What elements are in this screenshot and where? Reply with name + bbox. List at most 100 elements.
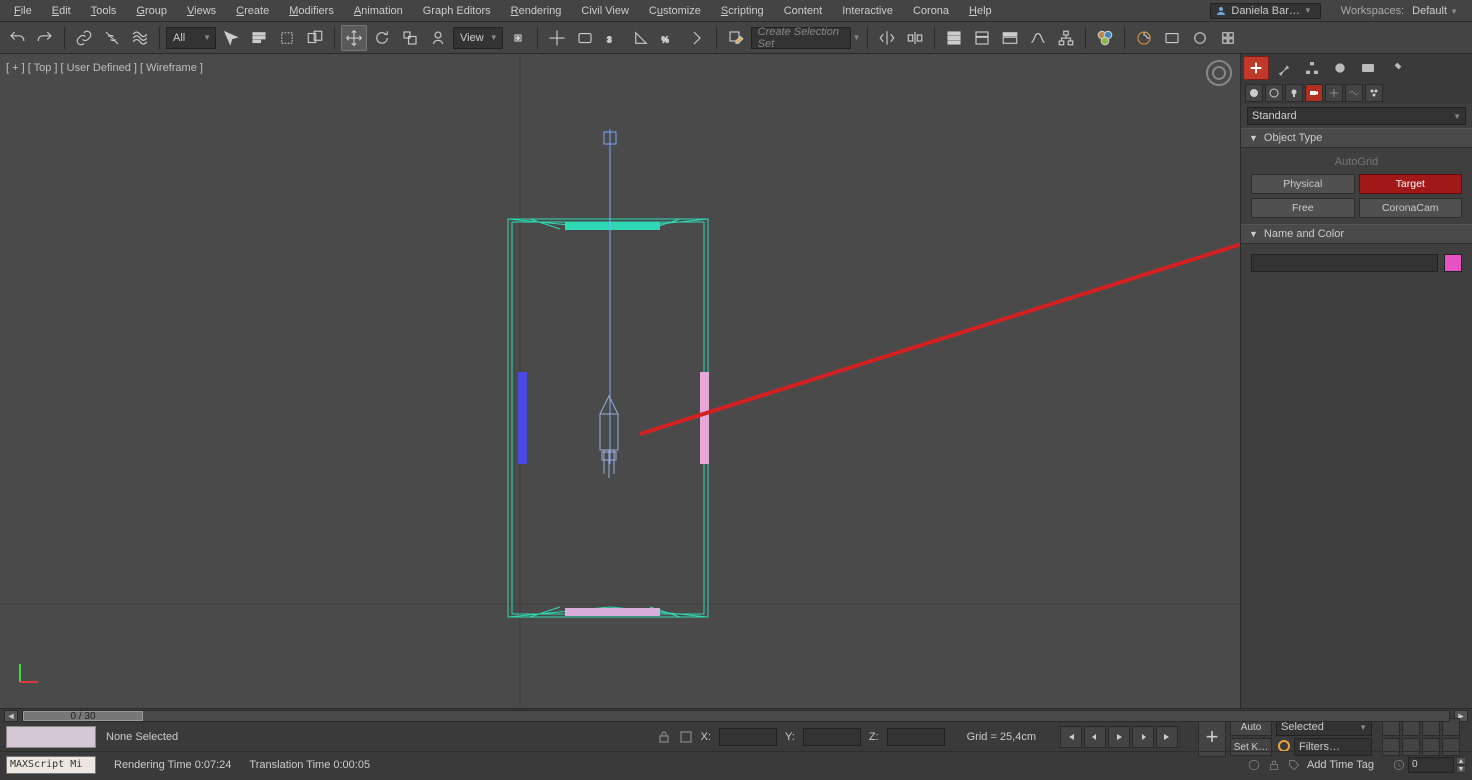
menu-customize[interactable]: Customize (639, 2, 711, 20)
select-and-place-button[interactable] (425, 25, 451, 51)
edit-named-selection-button[interactable] (723, 25, 749, 51)
menu-tools[interactable]: Tools (81, 2, 127, 20)
select-and-manipulate-button[interactable] (544, 25, 570, 51)
goto-start-button[interactable] (1060, 726, 1082, 748)
menu-content[interactable]: Content (774, 2, 833, 20)
next-frame-button[interactable] (1132, 726, 1154, 748)
previous-frame-button[interactable] (1084, 726, 1106, 748)
tab-modify[interactable] (1271, 56, 1297, 80)
window-crossing-button[interactable] (302, 25, 328, 51)
play-button[interactable] (1108, 726, 1130, 748)
curve-editor-button[interactable] (1025, 25, 1051, 51)
keyboard-shortcut-override-button[interactable] (572, 25, 598, 51)
time-slider[interactable]: 0 / 30 (22, 710, 1450, 722)
viewport[interactable]: [ + ] [ Top ] [ User Defined ] [ Wirefra… (0, 54, 1240, 708)
rendered-frame-window-button[interactable] (1159, 25, 1185, 51)
rollout-object-type-header[interactable]: ▼ Object Type (1241, 128, 1472, 148)
select-and-rotate-button[interactable] (369, 25, 395, 51)
use-pivot-center-button[interactable] (505, 25, 531, 51)
chevron-down-icon[interactable]: ▼ (853, 33, 861, 42)
lock-selection-icon[interactable] (657, 730, 671, 744)
menu-rendering[interactable]: Rendering (501, 2, 572, 20)
tab-display[interactable] (1355, 56, 1381, 80)
category-shapes[interactable] (1265, 84, 1283, 102)
object-color-swatch[interactable] (1444, 254, 1462, 272)
menu-views[interactable]: Views (177, 2, 226, 20)
menu-corona[interactable]: Corona (903, 2, 959, 20)
tab-utilities[interactable] (1383, 56, 1409, 80)
category-lights[interactable] (1285, 84, 1303, 102)
menu-graph-editors[interactable]: Graph Editors (413, 2, 501, 20)
tab-motion[interactable] (1327, 56, 1353, 80)
menu-civil-view[interactable]: Civil View (571, 2, 638, 20)
menu-scripting[interactable]: Scripting (711, 2, 774, 20)
frame-spinner-up[interactable]: ▲ (1456, 757, 1466, 765)
current-frame-input[interactable]: 0 (1408, 757, 1454, 773)
menu-interactive[interactable]: Interactive (832, 2, 903, 20)
menu-create[interactable]: Create (226, 2, 279, 20)
snaps-toggle-button[interactable]: 3 (600, 25, 626, 51)
coord-y-input[interactable] (803, 728, 861, 746)
category-systems[interactable] (1365, 84, 1383, 102)
maxscript-listener[interactable]: MAXScript Mi (6, 756, 96, 774)
trackbar-thumbnail[interactable] (6, 726, 96, 748)
align-button[interactable] (902, 25, 928, 51)
coord-x-input[interactable] (719, 728, 777, 746)
select-by-name-button[interactable] (246, 25, 272, 51)
menu-animation[interactable]: Animation (344, 2, 413, 20)
select-and-scale-button[interactable] (397, 25, 423, 51)
category-geometry[interactable] (1245, 84, 1263, 102)
coord-z-input[interactable] (887, 728, 945, 746)
time-config-icon[interactable] (1392, 758, 1406, 772)
menu-modifiers[interactable]: Modifiers (279, 2, 344, 20)
percent-snap-button[interactable]: % (656, 25, 682, 51)
tab-hierarchy[interactable] (1299, 56, 1325, 80)
render-in-cloud-button[interactable] (1215, 25, 1241, 51)
category-cameras[interactable] (1305, 84, 1323, 102)
unlink-button[interactable] (99, 25, 125, 51)
redo-button[interactable] (32, 25, 58, 51)
named-selection-set-input[interactable]: Create Selection Set (751, 27, 851, 49)
isolate-selection-icon[interactable] (1247, 758, 1261, 772)
camera-type-physical[interactable]: Physical (1251, 174, 1355, 194)
angle-snap-button[interactable] (628, 25, 654, 51)
user-account-button[interactable]: Daniela Bar… ▼ (1210, 3, 1320, 19)
goto-end-button[interactable] (1156, 726, 1178, 748)
menu-group[interactable]: Group (126, 2, 177, 20)
menu-help[interactable]: Help (959, 2, 1002, 20)
time-slider-handle[interactable]: 0 / 30 (23, 711, 143, 721)
mirror-button[interactable] (874, 25, 900, 51)
rectangular-selection-button[interactable] (274, 25, 300, 51)
menu-edit[interactable]: Edit (42, 2, 81, 20)
select-and-move-button[interactable] (341, 25, 367, 51)
menu-file[interactable]: File (4, 2, 42, 20)
frame-spinner-down[interactable]: ▼ (1456, 765, 1466, 773)
camera-type-coronacam[interactable]: CoronaCam (1359, 198, 1463, 218)
toggle-layer-explorer-button[interactable] (969, 25, 995, 51)
create-subcategory-dropdown[interactable]: Standard▼ (1247, 107, 1466, 125)
tab-create[interactable] (1243, 56, 1269, 80)
time-tag-icon[interactable] (1287, 758, 1301, 772)
render-setup-button[interactable] (1131, 25, 1157, 51)
workspace-dropdown[interactable]: Default ▼ (1412, 5, 1458, 17)
object-name-input[interactable] (1251, 254, 1438, 272)
schematic-view-button[interactable] (1053, 25, 1079, 51)
bind-space-warp-button[interactable] (127, 25, 153, 51)
absolute-mode-icon[interactable] (679, 730, 693, 744)
material-editor-button[interactable] (1092, 25, 1118, 51)
link-button[interactable] (71, 25, 97, 51)
add-time-tag-button[interactable]: Add Time Tag (1307, 759, 1374, 771)
category-helpers[interactable] (1325, 84, 1343, 102)
selection-filter-dropdown[interactable]: All▼ (166, 27, 216, 49)
selection-lock-icon[interactable] (1267, 758, 1281, 772)
camera-type-target[interactable]: Target (1359, 174, 1463, 194)
category-space-warps[interactable] (1345, 84, 1363, 102)
render-production-button[interactable] (1187, 25, 1213, 51)
spinner-snap-button[interactable] (684, 25, 710, 51)
autogrid-checkbox[interactable]: AutoGrid (1251, 154, 1462, 174)
reference-coordinate-dropdown[interactable]: View▼ (453, 27, 503, 49)
rollout-name-color-header[interactable]: ▼ Name and Color (1241, 224, 1472, 244)
select-object-button[interactable] (218, 25, 244, 51)
toggle-scene-explorer-button[interactable] (941, 25, 967, 51)
camera-type-free[interactable]: Free (1251, 198, 1355, 218)
